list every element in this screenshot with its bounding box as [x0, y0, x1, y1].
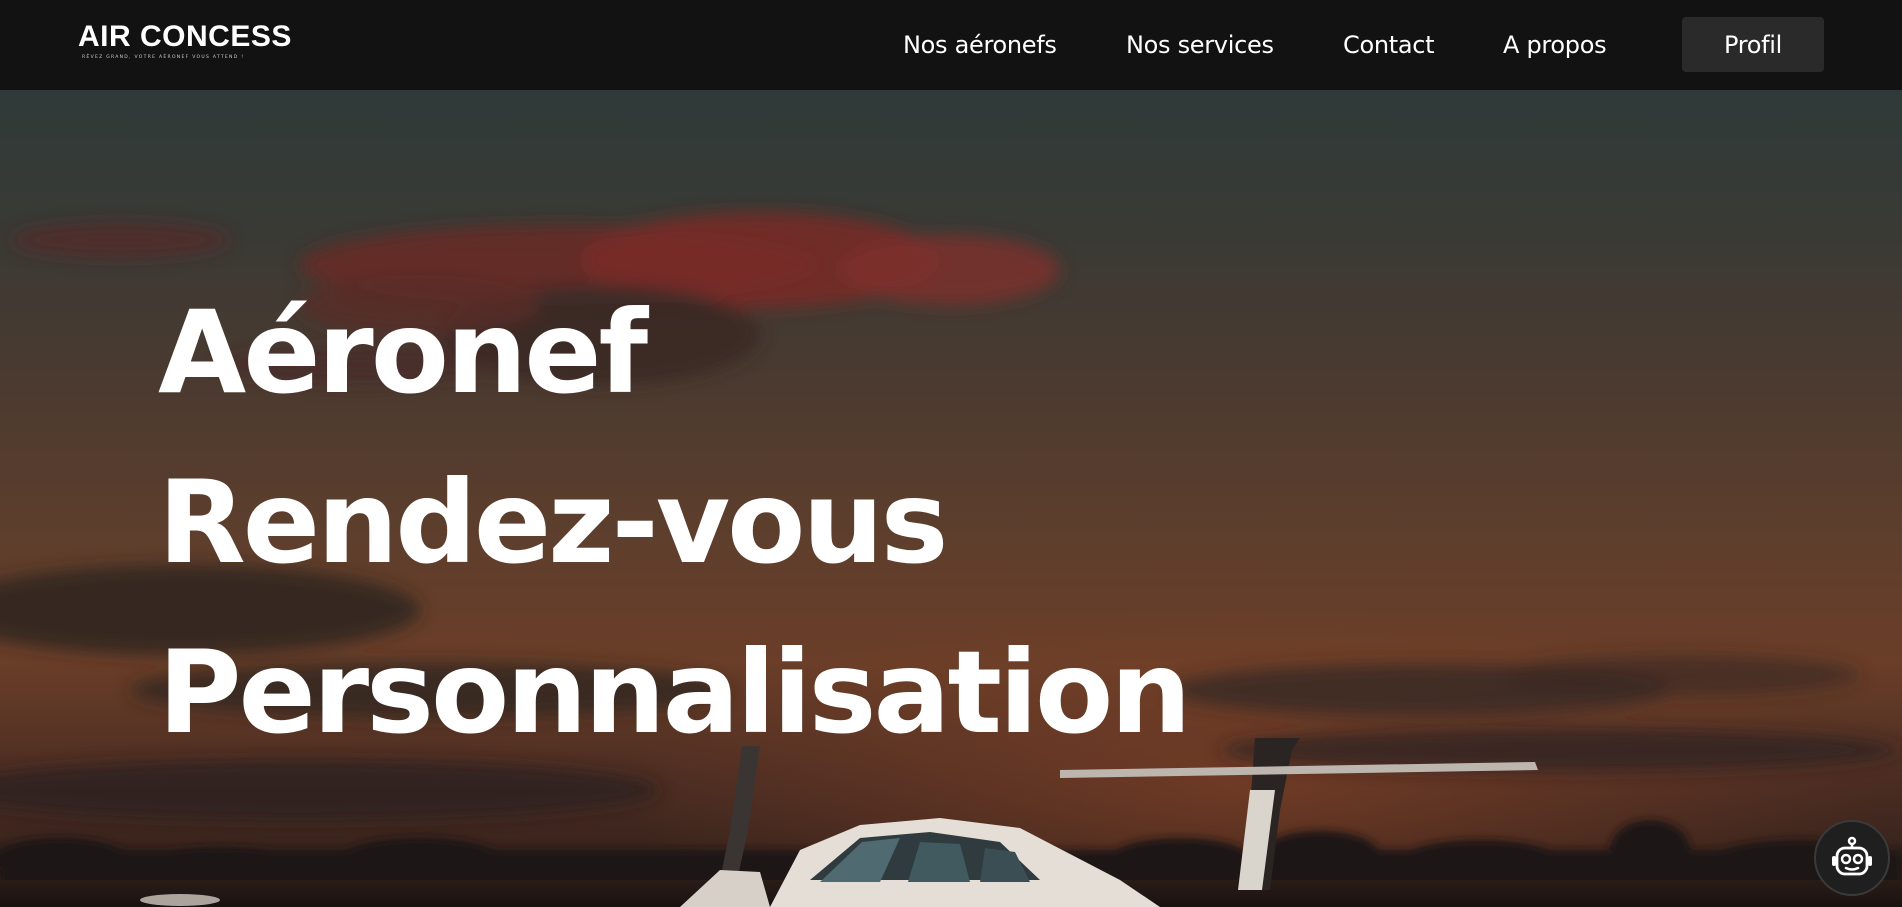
profile-button[interactable]: Profil — [1682, 17, 1824, 72]
hero-headlines: Aéronef Rendez-vous Personnalisation — [158, 268, 1191, 778]
hero-line-rendez-vous: Rendez-vous — [158, 456, 948, 589]
nav-link-aeronefs[interactable]: Nos aéronefs — [903, 29, 1057, 61]
robot-icon — [1832, 836, 1872, 876]
nav-link-services[interactable]: Nos services — [1126, 29, 1274, 61]
hero-line-aeronef: Aéronef — [158, 286, 648, 419]
top-navbar: AIR CONCESS Rêvez grand, votre aéronef v… — [0, 0, 1902, 90]
brand-tagline: Rêvez grand, votre aéronef vous attend ! — [82, 55, 245, 60]
hero-line-personnalisation: Personnalisation — [158, 626, 1191, 759]
nav-link-about[interactable]: A propos — [1503, 29, 1607, 61]
brand-name: AIR CONCESS — [78, 20, 292, 53]
nav-link-contact[interactable]: Contact — [1343, 29, 1435, 61]
brand-logo[interactable]: AIR CONCESS Rêvez grand, votre aéronef v… — [78, 20, 292, 61]
hero-section: Aéronef Rendez-vous Personnalisation — [0, 90, 1902, 907]
chatbot-button[interactable] — [1814, 820, 1890, 896]
